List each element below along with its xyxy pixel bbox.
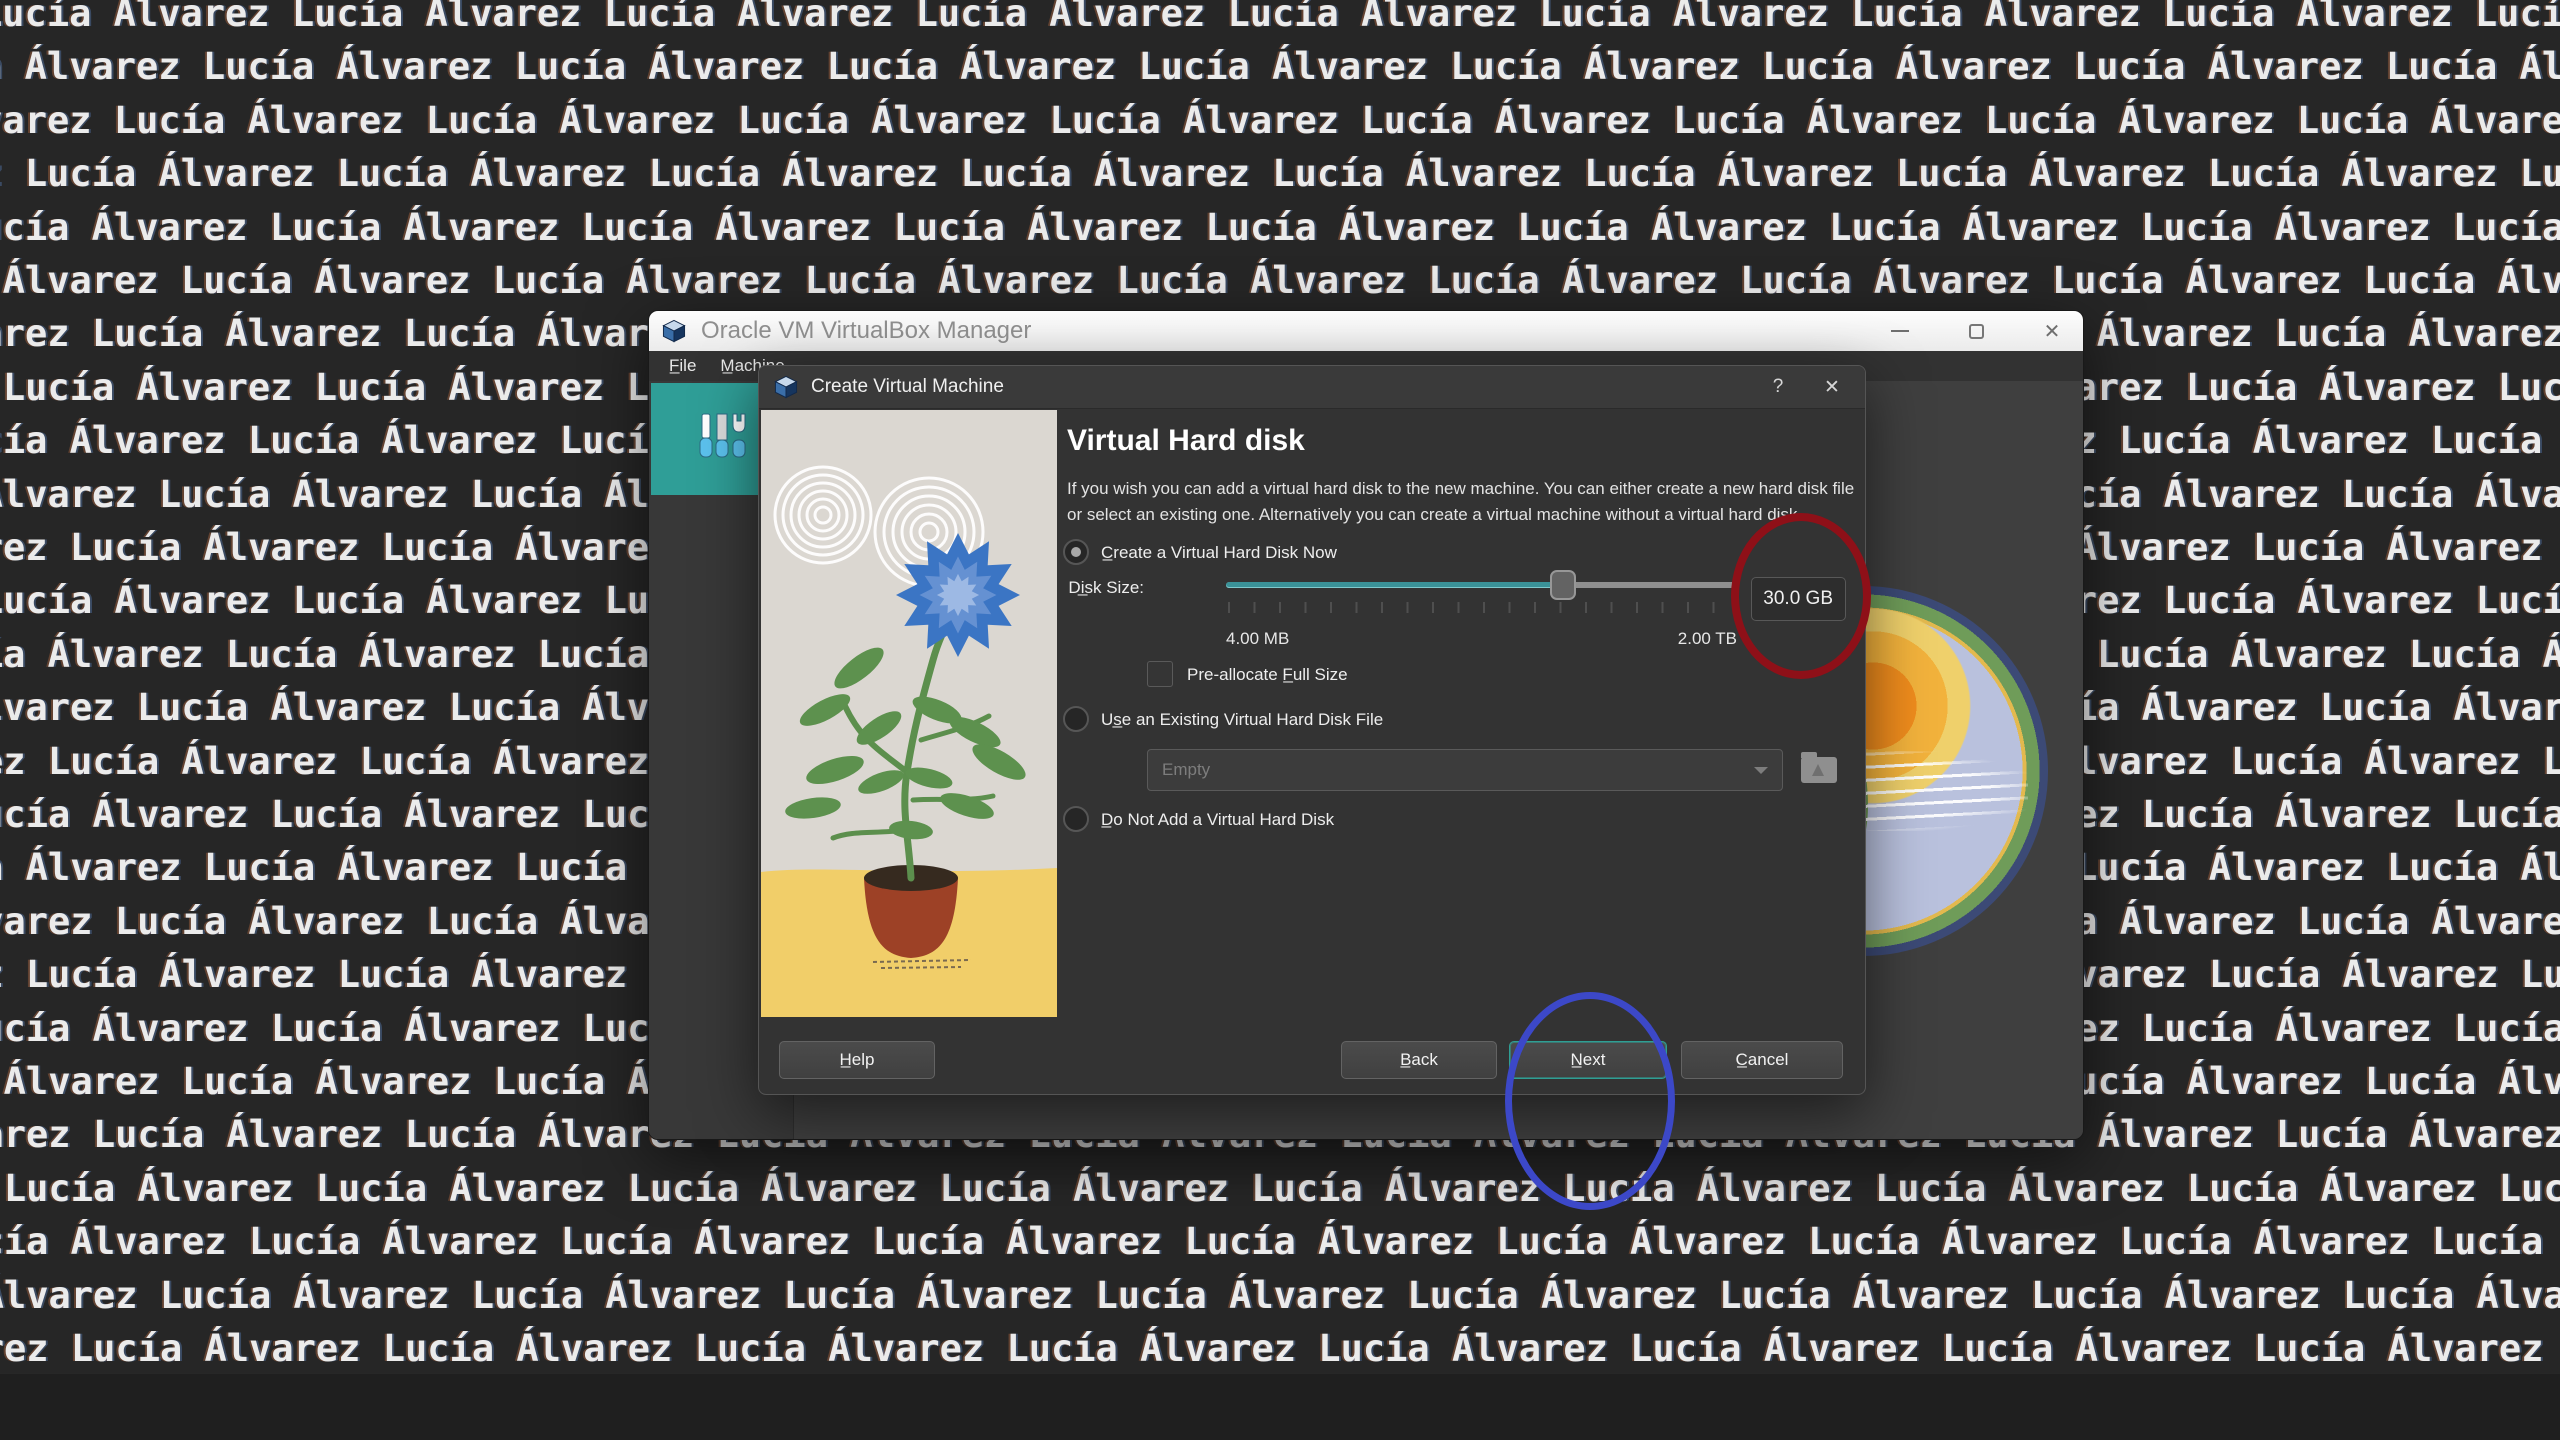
page-description: If you wish you can add a virtual hard d…	[1067, 479, 1855, 524]
dialog-titlebar[interactable]: Create Virtual Machine ? ✕	[759, 366, 1865, 409]
browse-disk-file-button[interactable]	[1797, 752, 1841, 788]
disk-size-slider[interactable]	[1226, 570, 1737, 600]
chevron-down-icon	[1754, 767, 1768, 781]
desktop-pattern-row: Lucía Álvarez Lucía Álvarez Lucía Álvare…	[0, 152, 2560, 196]
taskbar: Búsqueda b	[0, 1373, 2560, 1440]
desktop-pattern-row: Lucía Álvarez Lucía Álvarez Lucía Álvare…	[0, 205, 2560, 249]
tools-icon	[692, 408, 750, 471]
back-button[interactable]: B̲ack	[1341, 1041, 1497, 1079]
create-vm-dialog: Create Virtual Machine ? ✕ Virtual Hard …	[758, 365, 1866, 1095]
close-button[interactable]: ✕	[2029, 311, 2075, 351]
disk-size-max-label: 2.00 TB	[1677, 629, 1737, 648]
desktop-pattern-row: Lucía Álvarez Lucía Álvarez Lucía Álvare…	[0, 45, 2560, 89]
existing-disk-combobox[interactable]: Empty	[1147, 749, 1783, 791]
desktop-pattern-row: Lucía Álvarez Lucía Álvarez Lucía Álvare…	[0, 1273, 2560, 1317]
slider-handle[interactable]	[1550, 570, 1577, 600]
desktop-pattern-row: Lucía Álvarez Lucía Álvarez Lucía Álvare…	[0, 1166, 2560, 1210]
disk-size-value[interactable]: 30.0 GB	[1751, 577, 1846, 621]
folder-browse-icon	[1801, 752, 1837, 783]
manager-titlebar[interactable]: Oracle VM VirtualBox Manager ✕	[649, 311, 2083, 351]
menu-file[interactable]: F̲ile	[669, 356, 696, 376]
existing-disk-value: Empty	[1162, 760, 1211, 779]
virtualbox-logo-icon	[661, 318, 687, 344]
page-heading: Virtual Hard disk	[1067, 424, 1305, 457]
dialog-close-button[interactable]: ✕	[1805, 366, 1859, 409]
desktop-pattern-row: Lucía Álvarez Lucía Álvarez Lucía Álvare…	[0, 0, 2560, 35]
slider-fill	[1226, 582, 1564, 588]
desktop-pattern-row: Lucía Álvarez Lucía Álvarez Lucía Álvare…	[0, 1327, 2560, 1370]
cancel-button[interactable]: C̲ancel	[1681, 1041, 1843, 1079]
desktop-pattern-row: Lucía Álvarez Lucía Álvarez Lucía Álvare…	[0, 98, 2560, 142]
disk-size-label: Di̲sk Size:	[1068, 578, 1144, 597]
radio-use-existing-disk-label[interactable]: Us̲e an Existing Virtual Hard Disk File	[1101, 710, 1383, 730]
dialog-title: Create Virtual Machine	[811, 376, 1004, 397]
disk-size-min-label: 4.00 MB	[1226, 629, 1290, 648]
desktop: Lucía Álvarez Lucía Álvarez Lucía Álvare…	[0, 0, 2560, 1440]
radio-use-existing-disk[interactable]	[1063, 706, 1089, 732]
flower-illustration	[761, 410, 1057, 1017]
slider-tick-marks	[1228, 602, 1739, 613]
preallocate-checkbox[interactable]	[1147, 661, 1173, 687]
radio-create-new-disk[interactable]	[1063, 539, 1089, 565]
dialog-help-button[interactable]: ?	[1751, 366, 1805, 409]
virtualbox-dialog-icon	[773, 374, 799, 400]
preallocate-label[interactable]: Pre-allocate F̲ull Size	[1187, 665, 1348, 685]
desktop-pattern-row: Lucía Álvarez Lucía Álvarez Lucía Álvare…	[0, 1220, 2560, 1264]
maximize-button[interactable]	[1953, 311, 1999, 351]
manager-window-title: Oracle VM VirtualBox Manager	[701, 317, 1032, 344]
minimize-button[interactable]	[1877, 311, 1923, 351]
radio-no-disk[interactable]	[1063, 806, 1089, 832]
next-button[interactable]: N̲ext	[1509, 1041, 1667, 1079]
radio-create-new-disk-label[interactable]: C̲reate a Virtual Hard Disk Now	[1101, 543, 1337, 563]
desktop-pattern-row: Lucía Álvarez Lucía Álvarez Lucía Álvare…	[0, 259, 2560, 302]
help-button[interactable]: H̲elp	[779, 1041, 935, 1079]
radio-no-disk-label[interactable]: D̲o Not Add a Virtual Hard Disk	[1101, 810, 1334, 830]
